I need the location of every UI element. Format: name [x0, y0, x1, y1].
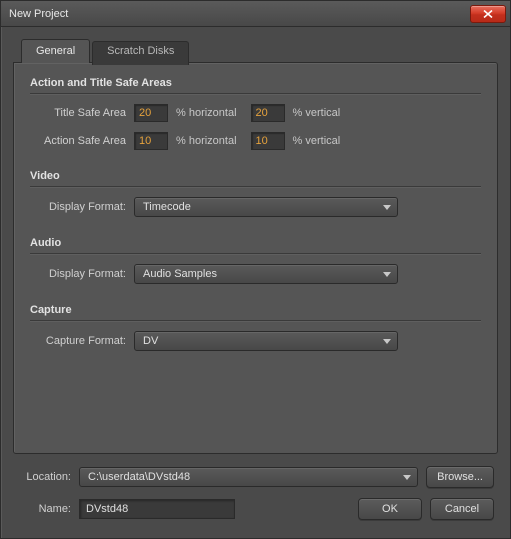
ok-button[interactable]: OK: [358, 498, 422, 520]
tab-bar: General Scratch Disks: [21, 39, 498, 63]
divider: [30, 186, 481, 187]
content-area: General Scratch Disks Action and Title S…: [1, 27, 510, 538]
dropdown-value: DV: [143, 335, 377, 347]
close-icon: [483, 10, 493, 18]
group-title-capture: Capture: [30, 304, 481, 316]
tab-scratch-disks[interactable]: Scratch Disks: [92, 41, 189, 65]
divider: [30, 253, 481, 254]
chevron-down-icon: [383, 272, 391, 277]
label-audio-display-format: Display Format:: [30, 268, 134, 280]
title-safe-horizontal-input[interactable]: [134, 104, 168, 122]
label-capture-format: Capture Format:: [30, 335, 134, 347]
row-video-display-format: Display Format: Timecode: [30, 197, 481, 217]
label-v-unit: % vertical: [293, 135, 341, 147]
footer: Location: C:\userdata\DVstd48 Browse... …: [13, 454, 498, 526]
title-safe-vertical-input[interactable]: [251, 104, 285, 122]
row-name: Name: OK Cancel: [17, 498, 494, 520]
chevron-down-icon: [403, 475, 411, 480]
dropdown-value: Timecode: [143, 201, 377, 213]
cancel-button[interactable]: Cancel: [430, 498, 494, 520]
close-button[interactable]: [470, 5, 506, 23]
dropdown-value: C:\userdata\DVstd48: [88, 471, 397, 483]
chevron-down-icon: [383, 205, 391, 210]
label-title-safe: Title Safe Area: [30, 107, 134, 119]
general-panel: Action and Title Safe Areas Title Safe A…: [13, 62, 498, 454]
row-capture-format: Capture Format: DV: [30, 331, 481, 351]
video-display-format-dropdown[interactable]: Timecode: [134, 197, 398, 217]
titlebar: New Project: [1, 1, 510, 27]
group-title-video: Video: [30, 170, 481, 182]
group-video: Video Display Format: Timecode: [30, 170, 481, 217]
row-action-safe: Action Safe Area % horizontal % vertical: [30, 132, 481, 150]
tab-general[interactable]: General: [21, 39, 90, 63]
row-audio-display-format: Display Format: Audio Samples: [30, 264, 481, 284]
group-capture: Capture Capture Format: DV: [30, 304, 481, 351]
group-title-audio: Audio: [30, 237, 481, 249]
group-audio: Audio Display Format: Audio Samples: [30, 237, 481, 284]
action-safe-horizontal-input[interactable]: [134, 132, 168, 150]
label-h-unit: % horizontal: [176, 107, 237, 119]
group-safe-areas: Action and Title Safe Areas Title Safe A…: [30, 77, 481, 150]
dropdown-value: Audio Samples: [143, 268, 377, 280]
divider: [30, 320, 481, 321]
label-v-unit: % vertical: [293, 107, 341, 119]
capture-format-dropdown[interactable]: DV: [134, 331, 398, 351]
divider: [30, 93, 481, 94]
row-title-safe: Title Safe Area % horizontal % vertical: [30, 104, 481, 122]
label-location: Location:: [17, 471, 79, 483]
audio-display-format-dropdown[interactable]: Audio Samples: [134, 264, 398, 284]
group-title-safe-areas: Action and Title Safe Areas: [30, 77, 481, 89]
browse-button[interactable]: Browse...: [426, 466, 494, 488]
label-name: Name:: [17, 503, 79, 515]
label-h-unit: % horizontal: [176, 135, 237, 147]
label-action-safe: Action Safe Area: [30, 135, 134, 147]
label-video-display-format: Display Format:: [30, 201, 134, 213]
name-input[interactable]: [79, 499, 235, 519]
row-location: Location: C:\userdata\DVstd48 Browse...: [17, 466, 494, 488]
chevron-down-icon: [383, 339, 391, 344]
new-project-dialog: New Project General Scratch Disks Action…: [0, 0, 511, 539]
location-dropdown[interactable]: C:\userdata\DVstd48: [79, 467, 418, 487]
action-safe-vertical-input[interactable]: [251, 132, 285, 150]
window-title: New Project: [9, 8, 470, 20]
